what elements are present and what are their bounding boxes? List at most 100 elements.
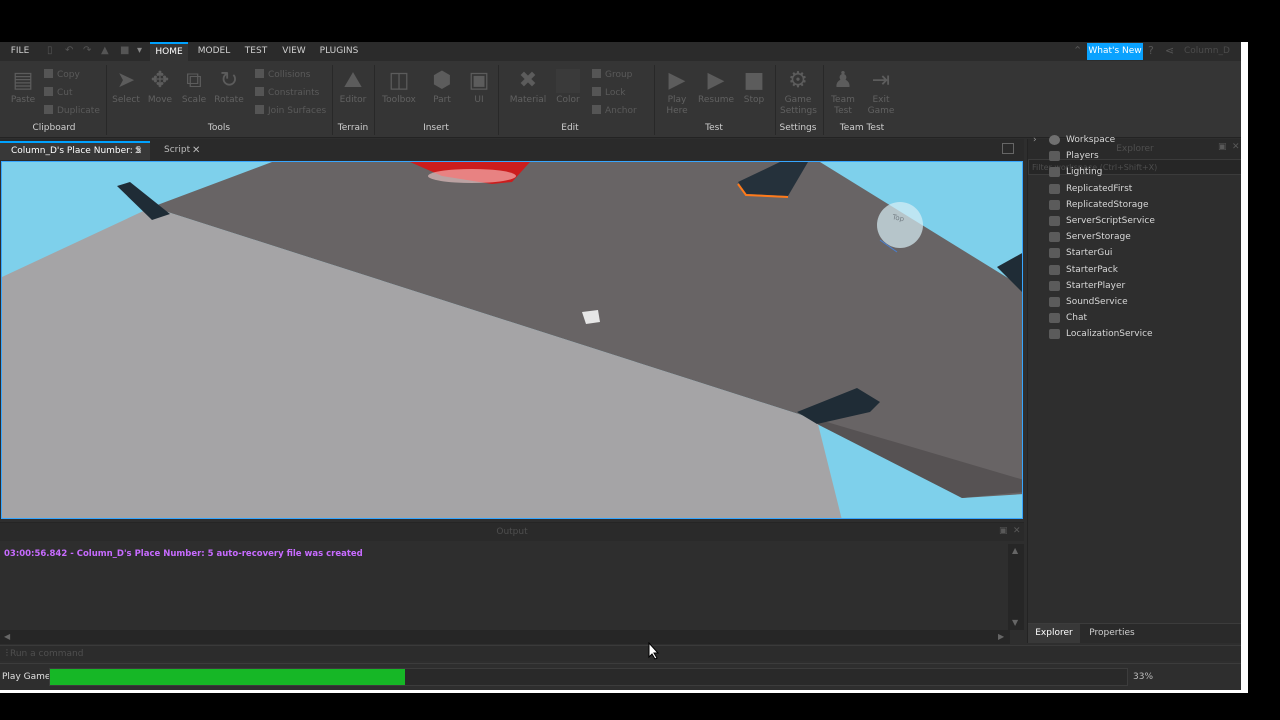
paste-button[interactable]: ▤ Paste [8, 69, 38, 106]
select-tool-button[interactable]: ➤ Select [111, 69, 141, 106]
explorer-item-soundservice[interactable]: SoundService [1028, 294, 1241, 310]
move-tool-button[interactable]: ✥ Move [145, 69, 175, 106]
close-icon[interactable]: ✕ [134, 143, 142, 160]
exit-game-button[interactable]: ⇥ Exit Game [866, 69, 896, 117]
ui-button[interactable]: ▣ UI [464, 69, 494, 106]
terrain-editor-button[interactable]: ⛰ Editor [337, 69, 369, 106]
team-test-button[interactable]: ♟ Team Test [828, 69, 858, 117]
menu-file[interactable]: FILE [6, 42, 34, 61]
menu-model[interactable]: MODEL [194, 42, 234, 61]
explorer-item-workspace[interactable]: › Workspace [1028, 132, 1241, 148]
explorer-item-starterplayer[interactable]: StarterPlayer [1028, 278, 1241, 294]
undo-icon[interactable]: ↶ [65, 46, 75, 56]
menu-plugins[interactable]: PLUGINS [317, 42, 361, 61]
menu-view[interactable]: VIEW [279, 42, 309, 61]
localizationservice-icon [1049, 329, 1060, 340]
chevron-right-icon[interactable]: › [1033, 134, 1037, 146]
close-icon[interactable]: ✕ [192, 141, 200, 160]
save-icon[interactable]: ■ [120, 46, 130, 56]
ribbon-divider [775, 65, 776, 135]
explorer-item-localizationservice[interactable]: LocalizationService [1028, 326, 1241, 342]
anchor-icon [592, 105, 601, 114]
explorer-item-chat[interactable]: Chat [1028, 310, 1241, 326]
publish-icon[interactable]: ▲ [101, 46, 111, 56]
group-button[interactable]: Group [592, 69, 632, 81]
rotate-icon: ↻ [219, 68, 239, 93]
part-cube-icon: ⬢ [432, 68, 452, 93]
play-here-button[interactable]: ▶ Play Here [660, 69, 694, 117]
collisions-icon [255, 69, 264, 78]
explorer-item-lighting[interactable]: Lighting [1028, 164, 1241, 180]
3d-viewport[interactable]: Top [1, 161, 1023, 519]
rotate-tool-button[interactable]: ↻ Rotate [213, 69, 245, 106]
explorer-item-replicatedstorage[interactable]: ReplicatedStorage [1028, 197, 1241, 213]
tab-place[interactable]: Column_D's Place Number: 5 ✕ [0, 141, 150, 160]
explorer-tab-bar: Explorer Properties [1028, 623, 1241, 643]
duplicate-button[interactable]: Duplicate [44, 105, 100, 117]
ui-icon: ▣ [468, 68, 490, 93]
lock-button[interactable]: Lock [592, 87, 626, 99]
explorer-item-starterpack[interactable]: StarterPack [1028, 262, 1241, 278]
lighting-icon [1049, 167, 1060, 178]
whats-new-button[interactable]: What's New [1087, 43, 1143, 60]
toolbox-button[interactable]: ◫ Toolbox [380, 69, 418, 106]
ribbon-divider [374, 65, 375, 135]
redo-icon[interactable]: ↷ [83, 46, 93, 56]
help-icon[interactable]: ? [1148, 45, 1154, 57]
tab-script[interactable]: Script ✕ [153, 141, 207, 160]
vertical-scrollbar[interactable]: ▲ ▼ [1008, 544, 1024, 630]
part-button[interactable]: ⬢ Part [427, 69, 457, 106]
join-surfaces-icon [255, 105, 264, 114]
group-icon [592, 69, 601, 78]
menu-test[interactable]: TEST [241, 42, 271, 61]
material-button[interactable]: ✖ Material [508, 69, 548, 106]
copy-button[interactable]: Copy [44, 69, 80, 81]
resume-button[interactable]: ▶ Resume [698, 69, 734, 106]
explorer-item-players[interactable]: Players [1028, 148, 1241, 164]
horizontal-scrollbar[interactable]: ◀ ▶ [0, 630, 1010, 644]
constraints-icon [255, 87, 264, 96]
explorer-item-serverstorage[interactable]: ServerStorage [1028, 229, 1241, 245]
explorer-item-label: StarterGui [1066, 248, 1113, 259]
progress-fill [50, 669, 406, 685]
chevron-down-icon[interactable]: ▾ [137, 46, 147, 56]
scroll-left-icon[interactable]: ◀ [4, 632, 10, 642]
explorer-item-label: Players [1066, 151, 1099, 162]
stop-button[interactable]: ■ Stop [739, 69, 769, 106]
color-button[interactable]: Color [553, 69, 583, 106]
share-icon[interactable]: ⋖ [1165, 45, 1174, 57]
stop-icon: ■ [743, 68, 765, 93]
constraints-toggle[interactable]: Constraints [255, 87, 319, 99]
tab-properties[interactable]: Properties [1084, 624, 1140, 643]
explorer-item-label: StarterPlayer [1066, 280, 1126, 291]
workspace-icon [1049, 135, 1060, 145]
scroll-up-icon[interactable]: ▲ [1012, 546, 1018, 556]
explorer-item-replicatedfirst[interactable]: ReplicatedFirst [1028, 181, 1241, 197]
cut-button[interactable]: Cut [44, 87, 73, 99]
window-edge [1241, 42, 1248, 693]
game-settings-button[interactable]: ⚙ Game Settings [780, 69, 817, 117]
anchor-button[interactable]: Anchor [592, 105, 637, 117]
new-file-icon[interactable]: ▯ [47, 46, 57, 56]
move-arrows-icon: ✥ [150, 68, 170, 93]
copy-icon [44, 69, 53, 78]
maximize-icon[interactable] [1002, 143, 1014, 154]
scroll-right-icon[interactable]: ▶ [998, 632, 1004, 642]
join-surfaces-toggle[interactable]: Join Surfaces [255, 105, 326, 117]
scroll-down-icon[interactable]: ▼ [1012, 618, 1018, 628]
close-icon[interactable]: ✕ [1013, 526, 1021, 536]
duplicate-icon [44, 105, 53, 114]
explorer-item-startergui[interactable]: StarterGui [1028, 245, 1241, 261]
startergui-icon [1049, 248, 1060, 259]
play-icon: ▶ [707, 68, 725, 93]
command-input[interactable] [10, 647, 1238, 661]
collisions-toggle[interactable]: Collisions [255, 69, 310, 81]
group-label-insert: Insert [423, 123, 449, 133]
explorer-item-serverscriptservice[interactable]: ServerScriptService [1028, 213, 1241, 229]
collapse-ribbon-icon[interactable]: ⌃ [1073, 45, 1082, 57]
username-label[interactable]: Column_D [1184, 45, 1230, 57]
tab-explorer[interactable]: Explorer [1028, 624, 1080, 643]
menu-home[interactable]: HOME [150, 42, 188, 61]
dock-icon[interactable]: ▣ [999, 526, 1008, 536]
scale-tool-button[interactable]: ⧉ Scale [179, 69, 209, 106]
